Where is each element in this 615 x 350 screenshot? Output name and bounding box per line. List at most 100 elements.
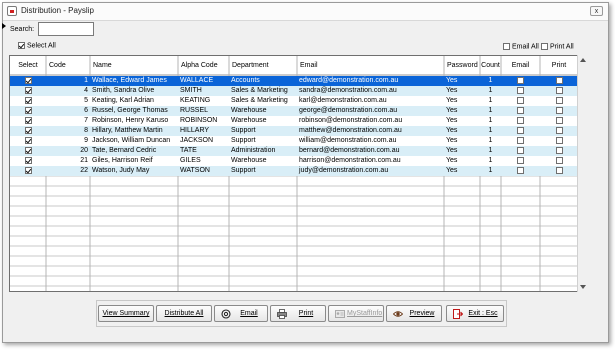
table-cell-checkbox[interactable] (540, 76, 578, 86)
table-cell-alpha: GILES (180, 157, 201, 164)
exit-icon (453, 309, 463, 319)
print-checkbox[interactable] (555, 96, 563, 104)
email-checkbox[interactable] (517, 136, 524, 144)
select-all-check-icon[interactable] (18, 42, 25, 49)
select-checkbox[interactable] (24, 96, 32, 104)
print-checkbox[interactable] (555, 166, 563, 174)
table-cell-checkbox[interactable] (10, 76, 46, 86)
email-checkbox[interactable] (517, 86, 524, 94)
print-checkbox[interactable] (555, 136, 563, 144)
print-checkbox[interactable] (555, 86, 563, 94)
table-cell-checkbox[interactable] (10, 106, 46, 116)
column-header[interactable]: Alpha Code (178, 56, 229, 75)
email-all-check-icon[interactable] (503, 43, 510, 50)
table-cell-checkbox[interactable] (540, 86, 578, 96)
view-summary-label: View Summary (102, 310, 150, 317)
column-header[interactable]: Email (297, 56, 444, 75)
email-checkbox[interactable] (517, 126, 524, 134)
table-cell-checkbox[interactable] (540, 146, 578, 156)
view-summary-button[interactable]: View Summary (98, 305, 154, 322)
table-cell-checkbox[interactable] (540, 136, 578, 146)
table-cell-password: Yes (446, 157, 458, 164)
table-cell-checkbox[interactable] (10, 86, 46, 96)
print-checkbox[interactable] (555, 146, 563, 154)
table-cell-checkbox[interactable] (501, 136, 540, 146)
table-cell-checkbox[interactable] (501, 156, 540, 166)
email-checkbox[interactable] (517, 106, 524, 114)
table-cell-checkbox[interactable] (540, 156, 578, 166)
mystaffinfo-button[interactable]: MyStaffInfo (328, 305, 384, 322)
select-checkbox[interactable] (24, 106, 32, 114)
table-cell-checkbox[interactable] (10, 96, 46, 106)
table-cell-checkbox[interactable] (501, 166, 540, 176)
print-all-check-icon[interactable] (541, 43, 548, 50)
table-cell-email: robinson@demonstration.com.au (299, 117, 403, 124)
print-button[interactable]: Print (270, 305, 326, 322)
table-cell-department: Sales & Marketing (231, 87, 288, 94)
close-button[interactable]: x (590, 6, 603, 16)
search-input[interactable] (38, 22, 94, 36)
print-checkbox[interactable] (555, 76, 563, 84)
table-cell-count: 1 (488, 167, 493, 174)
table-cell-checkbox[interactable] (10, 126, 46, 136)
column-header[interactable]: Select (10, 56, 46, 75)
column-header[interactable]: Count (480, 56, 501, 75)
table-cell-checkbox[interactable] (501, 116, 540, 126)
table-cell-checkbox[interactable] (501, 86, 540, 96)
select-checkbox[interactable] (24, 76, 32, 84)
table-cell-checkbox[interactable] (540, 106, 578, 116)
print-all-checkbox[interactable]: Print All (541, 43, 574, 50)
table-cell-checkbox[interactable] (540, 126, 578, 136)
column-header[interactable]: Email (501, 56, 540, 75)
email-checkbox[interactable] (517, 156, 524, 164)
table-cell-checkbox[interactable] (501, 96, 540, 106)
table-cell-checkbox[interactable] (10, 116, 46, 126)
employee-grid: Select Code Name Alpha Code Department Email P… (9, 55, 587, 292)
print-checkbox[interactable] (555, 106, 563, 114)
select-checkbox[interactable] (24, 146, 32, 154)
table-cell-checkbox[interactable] (10, 146, 46, 156)
column-header[interactable]: Print (540, 56, 578, 75)
select-checkbox[interactable] (24, 156, 32, 164)
distribute-all-button[interactable]: Distribute All (156, 305, 212, 322)
table-cell-checkbox[interactable] (540, 166, 578, 176)
column-header[interactable]: Code (46, 56, 90, 75)
scroll-down-icon[interactable] (580, 285, 586, 289)
column-header[interactable]: Department (229, 56, 297, 75)
select-all-checkbox[interactable]: Select All (18, 42, 56, 49)
exit-button[interactable]: Exit : Esc (446, 305, 504, 322)
select-checkbox[interactable] (24, 166, 32, 174)
table-cell-checkbox[interactable] (10, 156, 46, 166)
email-button[interactable]: Email (214, 305, 268, 322)
column-header[interactable]: Name (90, 56, 178, 75)
select-checkbox[interactable] (24, 86, 32, 94)
table-cell-checkbox[interactable] (10, 166, 46, 176)
email-checkbox[interactable] (517, 76, 524, 84)
print-checkbox[interactable] (555, 126, 563, 134)
table-cell-checkbox[interactable] (501, 106, 540, 116)
table-cell-checkbox[interactable] (501, 76, 540, 86)
table-cell-password: Yes (446, 117, 458, 124)
preview-button[interactable]: Preview (386, 305, 442, 322)
select-checkbox[interactable] (24, 136, 32, 144)
select-checkbox[interactable] (24, 116, 32, 124)
email-checkbox[interactable] (517, 116, 524, 124)
table-cell-checkbox[interactable] (501, 146, 540, 156)
email-checkbox[interactable] (517, 96, 524, 104)
table-cell-checkbox[interactable] (10, 136, 46, 146)
email-checkbox[interactable] (517, 166, 524, 174)
select-checkbox[interactable] (24, 126, 32, 134)
print-checkbox[interactable] (555, 116, 563, 124)
email-all-checkbox[interactable]: Email All (503, 43, 539, 50)
column-header[interactable]: Password (444, 56, 480, 75)
scroll-up-icon[interactable] (580, 58, 586, 62)
vertical-scrollbar[interactable] (577, 55, 587, 292)
table-cell-alpha: WALLACE (180, 77, 214, 84)
table-cell-checkbox[interactable] (540, 116, 578, 126)
print-checkbox[interactable] (555, 156, 563, 164)
table-cell-checkbox[interactable] (501, 126, 540, 136)
table-cell-checkbox[interactable] (540, 96, 578, 106)
table-cell-code: 9 (84, 137, 88, 144)
table-cell-count: 1 (488, 147, 493, 154)
email-checkbox[interactable] (517, 146, 524, 154)
